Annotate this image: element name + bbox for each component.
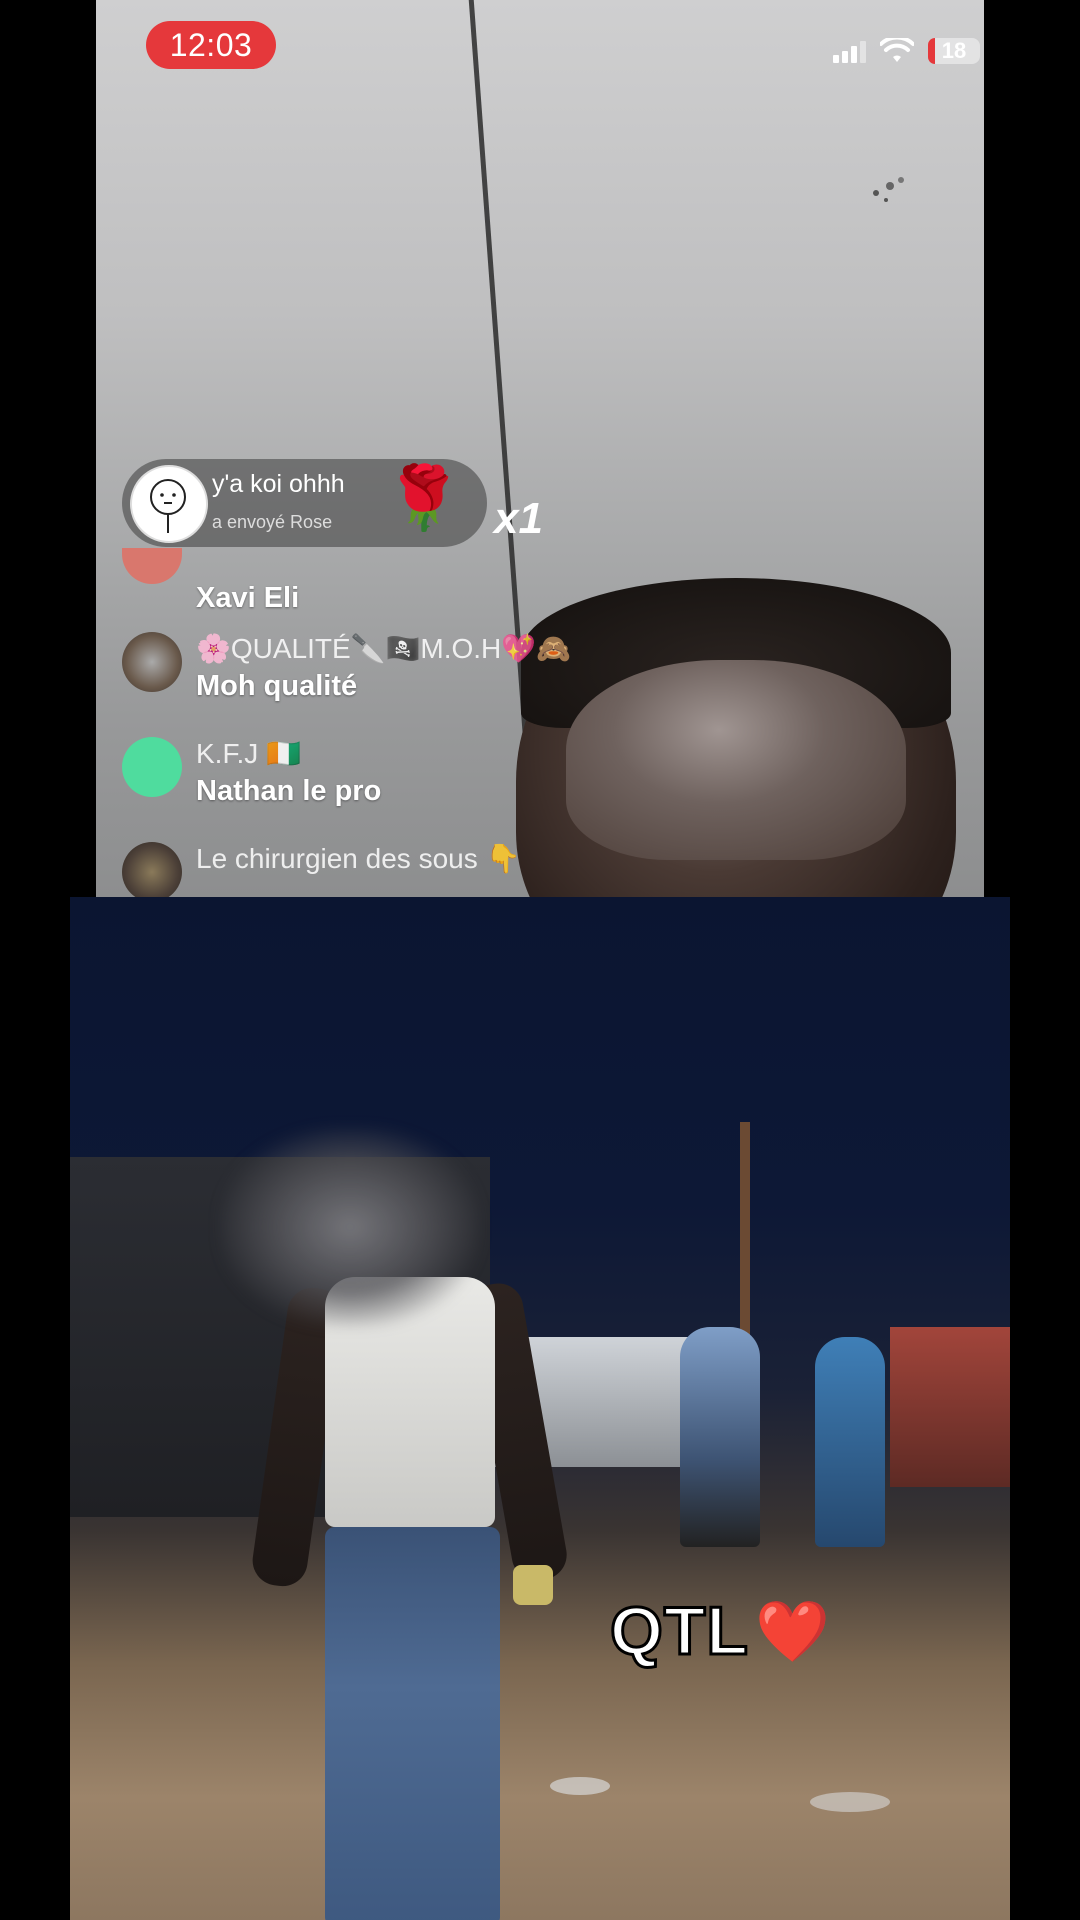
commenter-avatar[interactable]: [122, 842, 182, 902]
gift-count: x1: [494, 494, 543, 543]
rose-gift-icon: 🌹: [385, 464, 463, 533]
cellular-signal-icon: [833, 39, 866, 63]
comment-username[interactable]: K.F.J 🇨🇮: [196, 737, 381, 771]
wall-stain: [873, 177, 904, 202]
comment-item[interactable]: Le chirurgien des sous 👇: [122, 842, 520, 902]
commenter-avatar[interactable]: [122, 737, 182, 797]
person-jeans: [325, 1527, 500, 1920]
battery-icon: 18: [928, 38, 980, 64]
ground-debris: [810, 1792, 890, 1812]
gift-action-text: a envoyé Rose: [212, 512, 333, 532]
streamer-forehead: [566, 660, 906, 860]
comment-item[interactable]: Xavi Eli: [122, 548, 299, 618]
comment-item[interactable]: K.F.J 🇨🇮 Nathan le pro: [122, 737, 381, 811]
heart-icon: ❤️: [754, 1597, 830, 1665]
comment-message: Moh qualité: [196, 670, 358, 702]
person-phone: [513, 1565, 553, 1605]
comment-username[interactable]: 🌸QUALITÉ🔪🏴‍☠️M.O.H💖🙈: [196, 632, 571, 666]
comment-item[interactable]: 🌸QUALITÉ🔪🏴‍☠️M.O.H💖🙈 Moh qualité: [122, 632, 571, 706]
status-time: 12:03: [146, 21, 276, 69]
background-person: [815, 1337, 885, 1547]
comment-username[interactable]: Le chirurgien des sous 👇: [196, 842, 520, 876]
background-person: [680, 1327, 760, 1547]
comment-message: Xavi Eli: [196, 582, 300, 614]
background-pole: [740, 1122, 750, 1362]
battery-level: 18: [941, 38, 967, 63]
blurred-face: [220, 1127, 480, 1327]
comment-message: Nathan le pro: [196, 775, 382, 807]
ground-debris: [550, 1777, 610, 1795]
video-view[interactable]: QTL ❤️: [70, 897, 1010, 1920]
gift-sender-name: y'a koi ohhh: [212, 470, 345, 498]
stick-figure-icon: [150, 479, 186, 533]
gift-sender-avatar[interactable]: [130, 465, 208, 543]
commenter-avatar[interactable]: [122, 632, 182, 692]
wifi-icon: [880, 38, 914, 62]
video-caption-text: QTL: [609, 1592, 750, 1671]
status-indicators: 18: [833, 38, 980, 64]
commenter-avatar[interactable]: [122, 548, 182, 584]
video-caption: QTL ❤️: [609, 1592, 830, 1671]
background-stall: [890, 1327, 1010, 1487]
